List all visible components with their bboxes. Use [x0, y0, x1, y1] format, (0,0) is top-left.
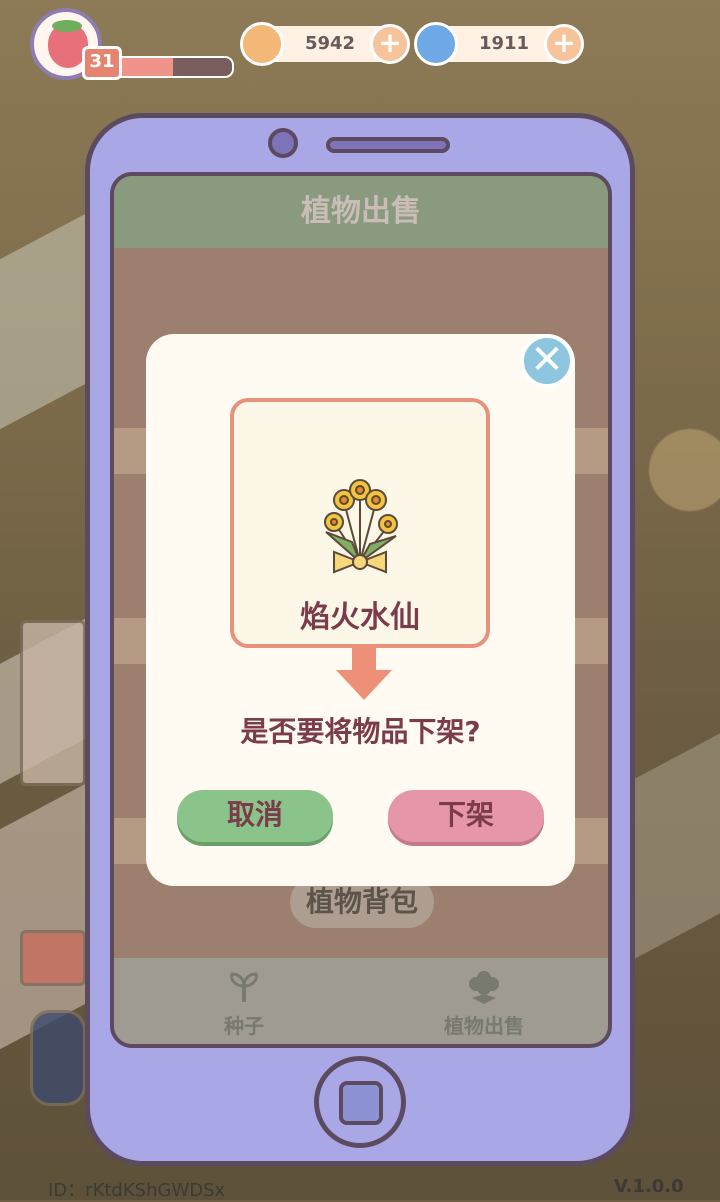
coin-value: 5942 — [304, 33, 356, 54]
item-name: 焰火水仙 — [300, 600, 420, 635]
flower-icon — [469, 971, 499, 1004]
unlist-button[interactable]: 下架 — [388, 790, 544, 842]
add-coins-button[interactable]: + — [370, 24, 410, 64]
screen-title: 植物出售 — [301, 194, 421, 229]
arrow-down-icon — [336, 646, 392, 700]
coin-counter: 5942 + — [240, 22, 410, 66]
sprout-icon — [230, 972, 258, 1002]
xp-progress-fill — [114, 58, 173, 76]
gem-counter: 1911 + — [414, 22, 584, 66]
daffodil-bouquet-icon — [324, 479, 398, 574]
add-gems-button[interactable]: + — [544, 24, 584, 64]
close-button[interactable]: ✕ — [520, 334, 574, 388]
phone-speaker — [326, 137, 450, 153]
version-text: V.1.0.0 — [614, 1176, 684, 1197]
camera-icon — [268, 128, 298, 158]
xp-progress-bar — [112, 56, 234, 78]
tab-bar: 种子 植物出售 — [114, 958, 608, 1044]
swirl-gem-icon — [414, 22, 458, 66]
tab-seeds[interactable]: 种子 — [174, 958, 314, 1044]
player-id-text: ID：rKtdKShGWDSx — [48, 1180, 226, 1201]
home-square-icon — [339, 1081, 383, 1125]
item-card: 焰火水仙 — [230, 398, 490, 648]
tab-plant-sale[interactable]: 植物出售 — [414, 958, 554, 1044]
coin-icon — [240, 22, 284, 66]
cancel-button[interactable]: 取消 — [177, 790, 333, 842]
tab-plant-sale-label: 植物出售 — [444, 1014, 524, 1038]
confirm-question: 是否要将物品下架? — [240, 715, 481, 748]
phone-home-button[interactable] — [314, 1056, 406, 1148]
level-badge: 31 — [82, 46, 122, 80]
tab-seeds-label: 种子 — [224, 1014, 264, 1038]
gem-value: 1911 — [478, 33, 530, 54]
